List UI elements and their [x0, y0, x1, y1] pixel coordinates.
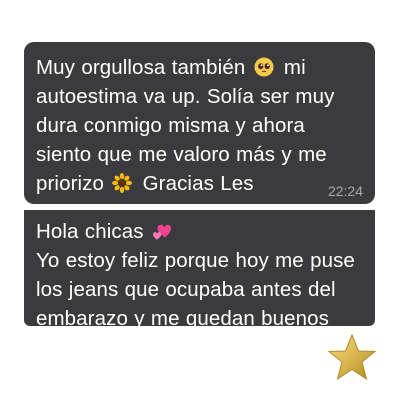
message-bubble-1[interactable]: Muy orgullosa también mi autoestima va u… — [24, 42, 375, 204]
two-hearts-emoji-icon — [152, 221, 172, 241]
message-timestamp: 22:24 — [327, 183, 363, 199]
message-line: Yo estoy feliz porque hoy me puse — [36, 249, 355, 272]
message-text: Hola chicas Yo estoy feliz porque hoy me… — [36, 217, 363, 333]
message-line: siento que me valoro más y me — [36, 143, 327, 166]
message-line: Hola chicas — [36, 217, 363, 246]
message-line: los jeans que ocupaba antes del — [36, 278, 336, 301]
message-line: Muy orgullosa también mi — [36, 56, 306, 79]
message-bubble-2[interactable]: Hola chicas Yo estoy feliz porque hoy me… — [24, 210, 375, 330]
message-line: priorizo Gracias Les — [36, 172, 254, 195]
message-line: autoestima va up. Solía ser muy — [36, 85, 335, 108]
pleading-face-emoji-icon — [254, 57, 274, 77]
message-line: embarazo y me quedan buenos — [36, 307, 330, 330]
sunflower-emoji-icon — [112, 173, 133, 193]
message-text: Muy orgullosa también mi autoestima va u… — [36, 53, 363, 198]
star-icon — [326, 333, 378, 383]
message-line: dura conmigo misma y ahora — [36, 114, 305, 137]
